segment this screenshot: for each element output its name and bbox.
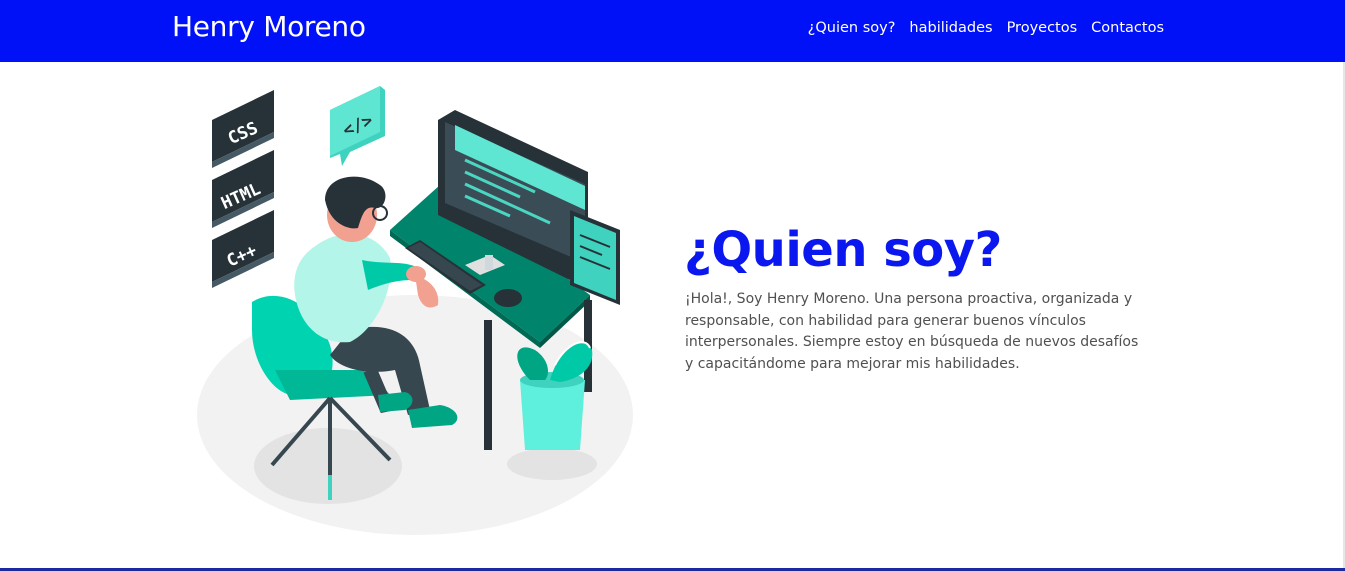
navbar: Henry Moreno ¿Quien soy? habilidades Pro… xyxy=(0,0,1345,62)
code-bubble: </> xyxy=(330,86,385,166)
nav-link-contactos[interactable]: Contactos xyxy=(1091,20,1164,36)
nav-link-proyectos[interactable]: Proyectos xyxy=(1007,20,1078,36)
nav-menu: ¿Quien soy? habilidades Proyectos Contac… xyxy=(808,20,1164,36)
brand-link[interactable]: Henry Moreno xyxy=(172,10,366,43)
about-description: ¡Hola!, Soy Henry Moreno. Una persona pr… xyxy=(685,291,1139,372)
about-title: ¿Quien soy? xyxy=(684,222,1002,278)
illustration-svg: CSS HTML C++ </> xyxy=(197,86,633,535)
nav-link-quien-soy[interactable]: ¿Quien soy? xyxy=(808,20,896,36)
nav-link-habilidades[interactable]: habilidades xyxy=(909,20,992,36)
developer-at-desk-illustration: CSS HTML C++ </> xyxy=(190,80,650,550)
